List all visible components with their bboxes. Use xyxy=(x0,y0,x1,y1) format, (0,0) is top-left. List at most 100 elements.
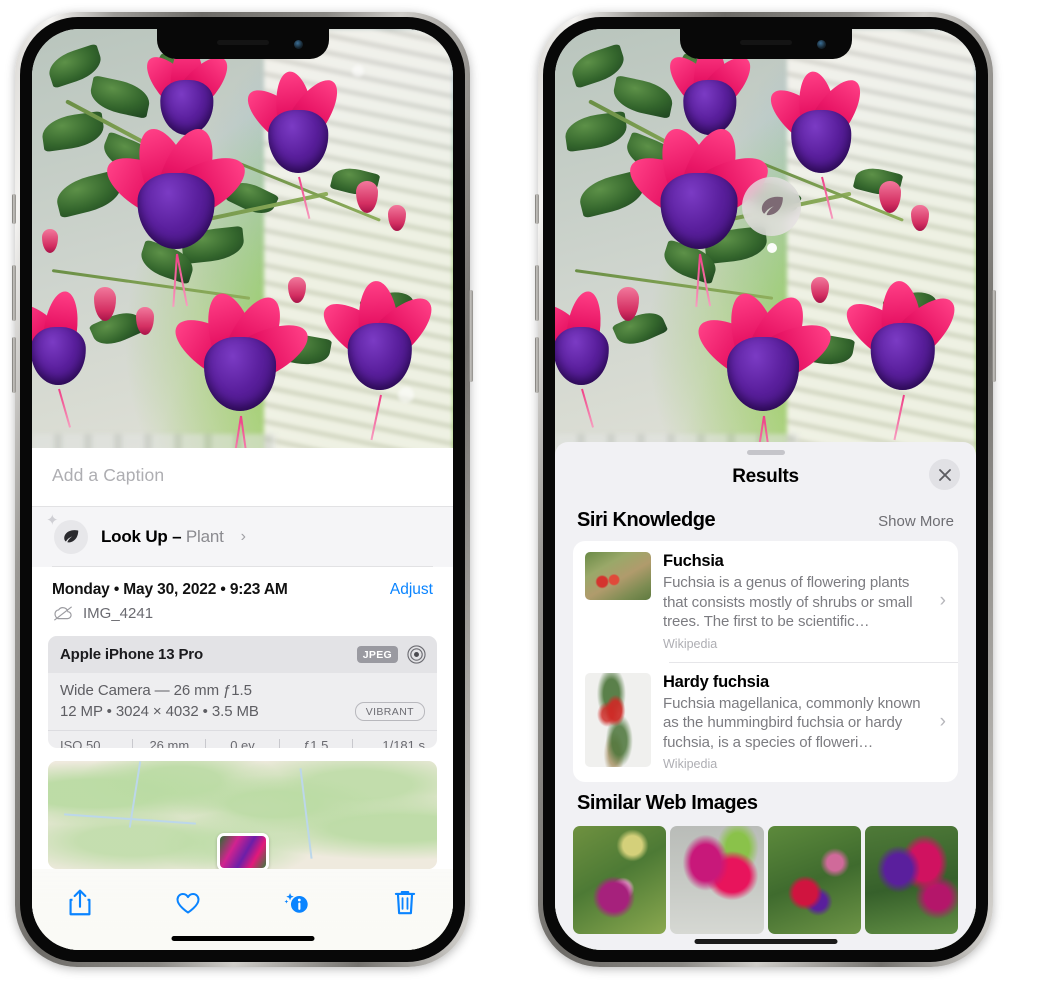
web-image-1[interactable] xyxy=(573,826,667,934)
file-name: IMG_4241 xyxy=(83,605,154,622)
close-button[interactable] xyxy=(929,459,960,490)
exif-row: ISO 50 26 mm 0 ev ƒ1.5 1/181 s xyxy=(48,730,437,749)
home-indicator[interactable] xyxy=(171,936,314,941)
earpiece-speaker xyxy=(739,40,792,45)
front-camera-icon xyxy=(816,40,826,49)
photo-info-sheet: Add a Caption ✦ Look Up – Plant › Monday… xyxy=(32,448,453,950)
earpiece-speaker xyxy=(216,40,269,45)
specs-row: 12 MP • 3024 × 4032 • 3.5 MB VIBRANT xyxy=(60,702,425,721)
result-text: Fuchsia Fuchsia is a genus of flowering … xyxy=(663,552,926,651)
image-specs: 12 MP • 3024 × 4032 • 3.5 MB xyxy=(60,703,259,720)
fuchsia-flower xyxy=(32,289,102,428)
result-thumbnail xyxy=(585,552,651,600)
chevron-right-icon: › xyxy=(939,590,946,612)
result-title: Fuchsia xyxy=(663,552,724,570)
fuchsia-flower xyxy=(238,69,349,219)
date-row: Monday • May 30, 2022 • 9:23 AM Adjust xyxy=(32,567,453,601)
mute-switch[interactable] xyxy=(12,194,16,224)
metadata-header-right: JPEG xyxy=(356,645,426,664)
exif-iso: ISO 50 xyxy=(60,738,101,749)
home-indicator[interactable] xyxy=(694,939,837,944)
left-phone-bezel: Add a Caption ✦ Look Up – Plant › Monday… xyxy=(20,17,465,962)
chevron-right-icon: › xyxy=(939,710,946,732)
fuchsia-flower xyxy=(836,279,966,441)
bokeh-highlight xyxy=(352,65,364,77)
notch xyxy=(156,29,329,59)
result-description: Fuchsia is a genus of flowering plants t… xyxy=(663,574,913,630)
bokeh-highlight xyxy=(398,387,414,403)
results-header: Results xyxy=(555,455,976,499)
similar-web-images-strip[interactable] xyxy=(555,826,976,934)
look-up-label: Look Up – Plant xyxy=(101,527,224,547)
look-up-dash: – xyxy=(167,527,186,546)
share-icon xyxy=(69,890,91,916)
fuchsia-flower xyxy=(620,121,778,308)
exif-focal-length: 26 mm xyxy=(149,738,190,749)
look-up-title: Look Up xyxy=(101,527,168,546)
leaf-icon xyxy=(761,196,783,215)
web-image-3[interactable] xyxy=(767,826,861,934)
result-source: Wikipedia xyxy=(663,757,718,771)
volume-down-button[interactable] xyxy=(12,337,16,393)
fuchsia-flower xyxy=(761,69,872,219)
favorite-button[interactable] xyxy=(166,883,210,923)
aperture-target-icon[interactable] xyxy=(407,645,426,664)
power-button[interactable] xyxy=(992,290,996,382)
metadata-body: Wide Camera — 26 mm ƒ1.5 12 MP • 3024 × … xyxy=(48,673,437,730)
result-description: Fuchsia magellanica, commonly known as t… xyxy=(663,694,921,751)
caption-row[interactable]: Add a Caption xyxy=(32,448,453,507)
results-title: Results xyxy=(732,466,799,487)
visual-lookup-anchor-dot xyxy=(767,243,777,253)
exif-shutter-speed: 1/181 s xyxy=(382,738,426,749)
result-title: Hardy fuchsia xyxy=(663,672,769,691)
power-button[interactable] xyxy=(469,290,473,382)
front-camera-icon xyxy=(293,40,303,49)
camera-metadata-card: Apple iPhone 13 Pro JPEG Wide Camera — 2… xyxy=(48,636,437,749)
share-button[interactable] xyxy=(58,883,102,923)
caption-input[interactable]: Add a Caption xyxy=(52,465,433,486)
heart-icon xyxy=(176,893,200,914)
web-image-4[interactable] xyxy=(864,826,958,934)
screenshot-stage: Add a Caption ✦ Look Up – Plant › Monday… xyxy=(0,0,1055,985)
lens-info: Wide Camera — 26 mm ƒ1.5 xyxy=(60,682,252,699)
adjust-button[interactable]: Adjust xyxy=(390,581,433,599)
look-up-row[interactable]: ✦ Look Up – Plant › xyxy=(32,507,453,567)
visual-lookup-badge[interactable] xyxy=(742,177,801,236)
info-button[interactable] xyxy=(275,883,319,923)
left-phone-screen: Add a Caption ✦ Look Up – Plant › Monday… xyxy=(32,29,453,950)
look-up-subject: Plant xyxy=(185,527,224,546)
fuchsia-flower xyxy=(688,287,840,468)
web-image-2[interactable] xyxy=(670,826,764,934)
trash-icon xyxy=(394,891,416,915)
notch xyxy=(679,29,852,59)
metadata-header: Apple iPhone 13 Pro JPEG xyxy=(48,636,437,673)
volume-up-button[interactable] xyxy=(535,265,539,321)
map-pin-thumbnail xyxy=(219,835,266,868)
siri-knowledge-title: Siri Knowledge xyxy=(577,509,716,531)
list-item[interactable]: Hardy fuchsia Fuchsia magellanica, commo… xyxy=(573,661,958,783)
volume-down-button[interactable] xyxy=(535,337,539,393)
sparkle-icon: ✦ xyxy=(46,512,59,529)
delete-button[interactable] xyxy=(383,883,427,923)
result-thumbnail xyxy=(585,672,651,767)
format-badge: JPEG xyxy=(356,646,398,663)
exif-aperture: ƒ1.5 xyxy=(303,738,329,749)
mute-switch[interactable] xyxy=(535,194,539,224)
result-text: Hardy fuchsia Fuchsia magellanica, commo… xyxy=(663,673,926,772)
fuchsia-flower xyxy=(165,287,317,468)
map-photo-pin[interactable] xyxy=(216,832,269,870)
list-item[interactable]: Fuchsia Fuchsia is a genus of flowering … xyxy=(573,541,958,662)
photo-toolbar xyxy=(32,869,453,950)
siri-knowledge-header: Siri Knowledge Show More xyxy=(555,499,976,541)
fuchsia-flower xyxy=(555,289,625,428)
exif-exposure-bias: 0 ev xyxy=(230,738,255,749)
knowledge-card: Fuchsia Fuchsia is a genus of flowering … xyxy=(573,541,958,782)
right-phone-screen: Results Siri Knowledge Show More Fuchsia… xyxy=(555,29,976,950)
result-source: Wikipedia xyxy=(663,636,718,651)
leaf-icon: ✦ xyxy=(46,513,88,554)
right-phone-device: Results Siri Knowledge Show More Fuchsia… xyxy=(535,12,996,967)
left-phone-device: Add a Caption ✦ Look Up – Plant › Monday… xyxy=(12,12,473,967)
show-more-button[interactable]: Show More xyxy=(878,513,954,530)
location-map[interactable] xyxy=(48,761,437,870)
volume-up-button[interactable] xyxy=(12,265,16,321)
